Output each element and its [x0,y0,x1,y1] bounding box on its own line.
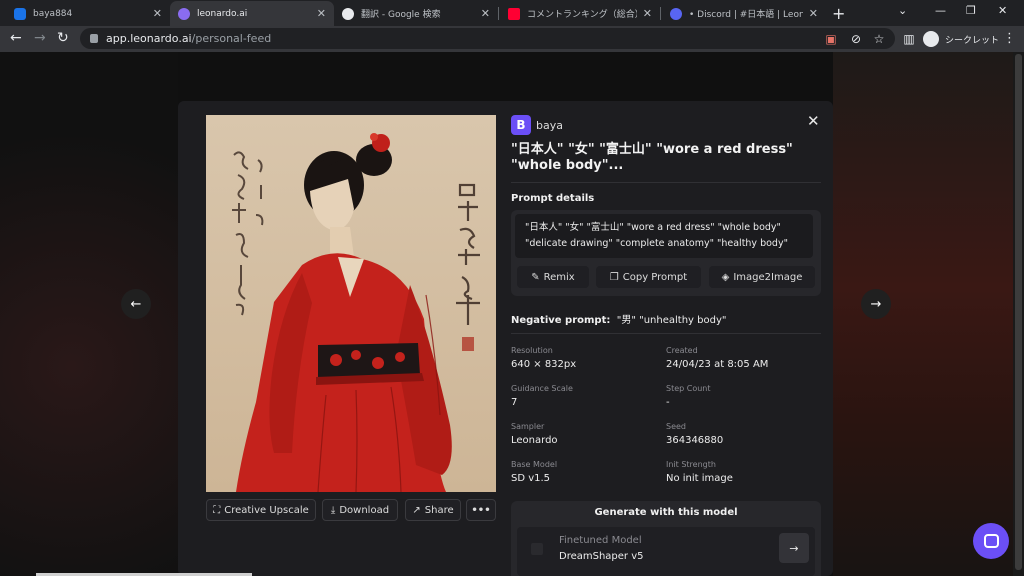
background-image-right [833,52,1013,576]
minimize-icon[interactable]: — [935,4,946,17]
sidebar-icon[interactable]: ▥ [902,32,916,46]
personal-feed-page: ← → ⛶ Creative Upscale ⤓ Download ↗ Shar… [0,52,1024,576]
author[interactable]: B baya [511,115,821,135]
meta-label: Seed [666,422,686,431]
discord-icon [670,7,682,20]
meta-label: Sampler [511,422,545,431]
share-icon: ↗ [412,504,421,516]
share-button[interactable]: ↗ Share [405,499,461,521]
guidance-scale-value: 7 [511,397,518,408]
generation-title: "日本人" "女" "富士山" "wore a red dress" "whol… [511,142,793,173]
tab-close-icon[interactable]: ✕ [809,7,818,20]
generation-modal: ⛶ Creative Upscale ⤓ Download ↗ Share ••• ✕… [178,101,833,576]
model-thumbnail [531,543,543,555]
eye-off-icon[interactable]: ⊘ [849,32,863,46]
creative-upscale-button[interactable]: ⛶ Creative Upscale [206,499,316,521]
resolution-value: 640 × 832px [511,359,577,370]
init-strength-value: No init image [666,473,733,484]
tab-close-icon[interactable]: ✕ [317,7,326,20]
tab-search-chevron-icon[interactable]: ⌄ [898,4,907,17]
avatar: B [511,115,531,135]
browser-tab-bar: baya884 ✕ leonardo.ai ✕ 翻訳 - Google 検索 ✕… [0,0,1024,26]
next-image-button[interactable]: → [861,289,891,319]
negative-prompt: Negative prompt: "男" "unhealthy body" [511,315,727,326]
arrow-right-icon: → [870,296,882,312]
image2image-button[interactable]: ◈ Image2Image [709,266,815,288]
more-options-button[interactable]: ••• [466,499,496,521]
forward-icon[interactable]: → [34,30,46,46]
support-chat-button[interactable] [973,523,1009,559]
background-image-left [0,52,178,576]
arrow-right-icon: → [789,541,799,555]
chat-icon [983,534,999,548]
upscale-icon: ⛶ [213,504,221,516]
generate-with-model-panel: Generate with this model Finetuned Model… [511,501,821,576]
yahoo-icon [508,7,520,20]
prompt-text: "日本人" "女" "富士山" "wore a red dress" "whol… [515,214,813,258]
tab-baya884[interactable]: baya884 ✕ [6,1,170,26]
browser-menu-icon[interactable]: ⋮ [1003,31,1016,46]
meta-label: Created [666,346,698,355]
tab-close-icon[interactable]: ✕ [643,7,652,20]
layers-icon: ◈ [721,271,730,283]
model-name: DreamShaper v5 [559,551,644,562]
tab-favicon-icon [178,7,190,20]
kimono-woman-artwork [206,115,496,492]
step-count-value: - [666,397,670,408]
incognito-icon [923,31,939,47]
author-name: baya [536,118,563,132]
meta-label: Guidance Scale [511,384,573,393]
reload-icon[interactable]: ↻ [57,30,69,46]
meta-label: Base Model [511,460,558,469]
browser-toolbar: ← → ↻ app.leonardo.ai/personal-feed ▣ ⊘ … [0,26,1024,52]
new-tab-icon[interactable]: + [832,4,845,23]
base-model-value: SD v1.5 [511,473,551,484]
prompt-box: "日本人" "女" "富士山" "wore a red dress" "whol… [511,210,821,296]
model-type-label: Finetuned Model [559,535,642,546]
meta-label: Init Strength [666,460,716,469]
generation-info-panel: B baya "日本人" "女" "富士山" "wore a red dress… [511,115,821,183]
generated-image[interactable] [206,115,496,492]
back-icon[interactable]: ← [10,30,22,46]
use-model-button[interactable]: → [779,533,809,563]
close-window-icon[interactable]: ✕ [998,4,1007,17]
copy-icon: ❐ [609,271,619,283]
model-card[interactable]: Finetuned Model DreamShaper v5 → [517,527,815,576]
tab-google-search[interactable]: 翻訳 - Google 検索 ✕ [334,1,498,26]
previous-image-button[interactable]: ← [121,289,151,319]
wand-icon: ✎ [531,271,540,283]
lock-icon [90,34,98,43]
restore-icon[interactable]: ❐ [966,4,976,17]
meta-label: Resolution [511,346,553,355]
download-icon: ⤓ [330,504,336,516]
tab-favicon-icon [14,7,26,20]
tab-leonardo[interactable]: leonardo.ai ✕ [170,1,334,26]
tab-close-icon[interactable]: ✕ [481,7,490,20]
tab-discord[interactable]: • Discord | #日本語 | Leonardo ✕ [662,1,826,26]
tab-close-icon[interactable]: ✕ [153,7,162,20]
address-bar[interactable]: app.leonardo.ai/personal-feed [80,28,895,49]
arrow-left-icon: ← [130,296,142,312]
created-value: 24/04/23 at 8:05 AM [666,359,769,370]
generate-with-model-heading: Generate with this model [594,507,738,518]
seed-value: 364346880 [666,435,724,446]
prompt-details-heading: Prompt details [511,193,595,204]
meta-label: Step Count [666,384,711,393]
download-button[interactable]: ⤓ Download [322,499,398,521]
sampler-value: Leonardo [511,435,558,446]
google-icon [342,7,354,20]
remix-button[interactable]: ✎ Remix [517,266,589,288]
blocked-icon[interactable]: ▣ [824,32,838,46]
incognito-profile[interactable]: シークレット [923,29,999,49]
tab-yahoo[interactable]: コメントランキング（総合） - Yahoo ✕ [500,1,660,26]
copy-prompt-button[interactable]: ❐ Copy Prompt [596,266,701,288]
scrollbar-thumb[interactable] [1015,54,1022,570]
star-icon[interactable]: ☆ [872,32,886,46]
